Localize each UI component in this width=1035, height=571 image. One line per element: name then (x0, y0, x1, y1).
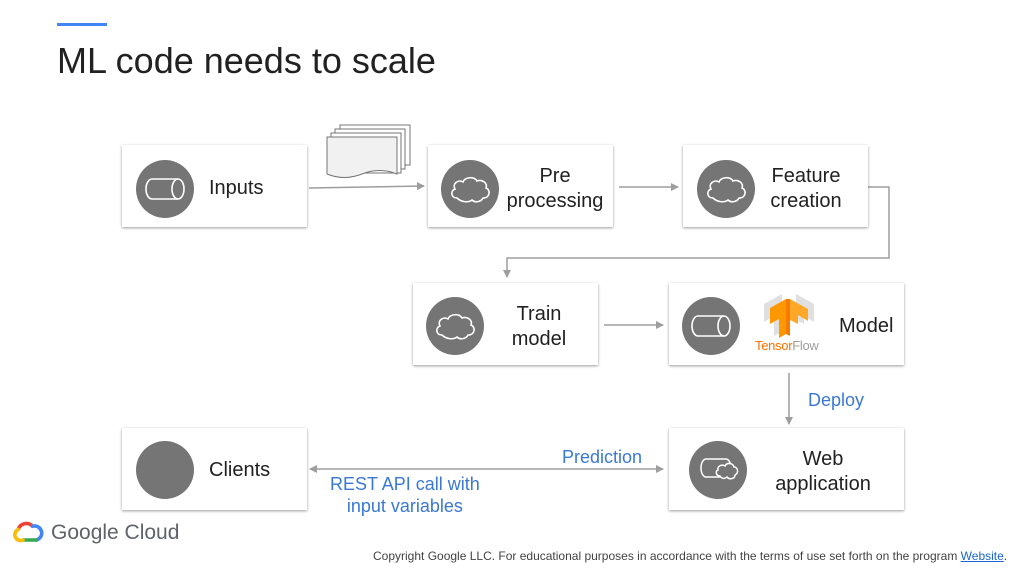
web-application-line2: application (775, 473, 871, 495)
footer-copyright: Copyright Google LLC. For educational pu… (373, 549, 1007, 563)
model-label: Model (839, 315, 894, 337)
cloud-icon (697, 160, 755, 218)
preprocessing-line1: Pre (539, 165, 571, 187)
client-circle-icon (136, 441, 194, 499)
database-cylinder-icon (682, 297, 740, 355)
train-model-line2: model (511, 328, 567, 350)
deploy-label: Deploy (808, 390, 865, 410)
cloud-icon (426, 297, 484, 355)
preprocessing-label: Pre processing (495, 164, 615, 214)
preprocessing-line2: processing (506, 190, 604, 212)
rest-api-label: REST API call with input variables (330, 473, 480, 517)
footer-copyright-text: Copyright Google LLC. For educational pu… (373, 549, 961, 563)
feature-creation-line1: Feature (771, 165, 841, 187)
clients-label: Clients (209, 459, 271, 481)
documents-stack-icon (326, 124, 411, 178)
web-application-label: Web application (763, 447, 883, 497)
prediction-label: Prediction (562, 447, 643, 467)
cloud-icon (441, 160, 499, 218)
web-application-line1: Web (802, 448, 844, 470)
train-model-label: Train model (494, 302, 584, 352)
rest-api-line2: input variables (346, 496, 463, 516)
cylinder-cloud-icon (689, 441, 747, 499)
train-model-line1: Train (516, 303, 562, 325)
google-cloud-wordmark: Google Cloud (51, 521, 180, 544)
footer-website-link[interactable]: Website (961, 549, 1004, 563)
arrow-inputs-to-preprocessing (308, 182, 425, 191)
tensorflow-text-flow: Flow (792, 338, 819, 353)
google-cloud-logo-icon (13, 521, 44, 543)
inputs-label: Inputs (209, 177, 264, 199)
database-cylinder-icon (136, 160, 194, 218)
rest-api-line1: REST API call with (330, 474, 480, 494)
feature-creation-label: Feature creation (756, 164, 856, 214)
feature-creation-line2: creation (770, 190, 842, 212)
tensorflow-text-tensor: Tensor (755, 338, 793, 353)
footer-period: . (1003, 549, 1008, 563)
tensorflow-logo-text: TensorFlow (755, 338, 819, 353)
